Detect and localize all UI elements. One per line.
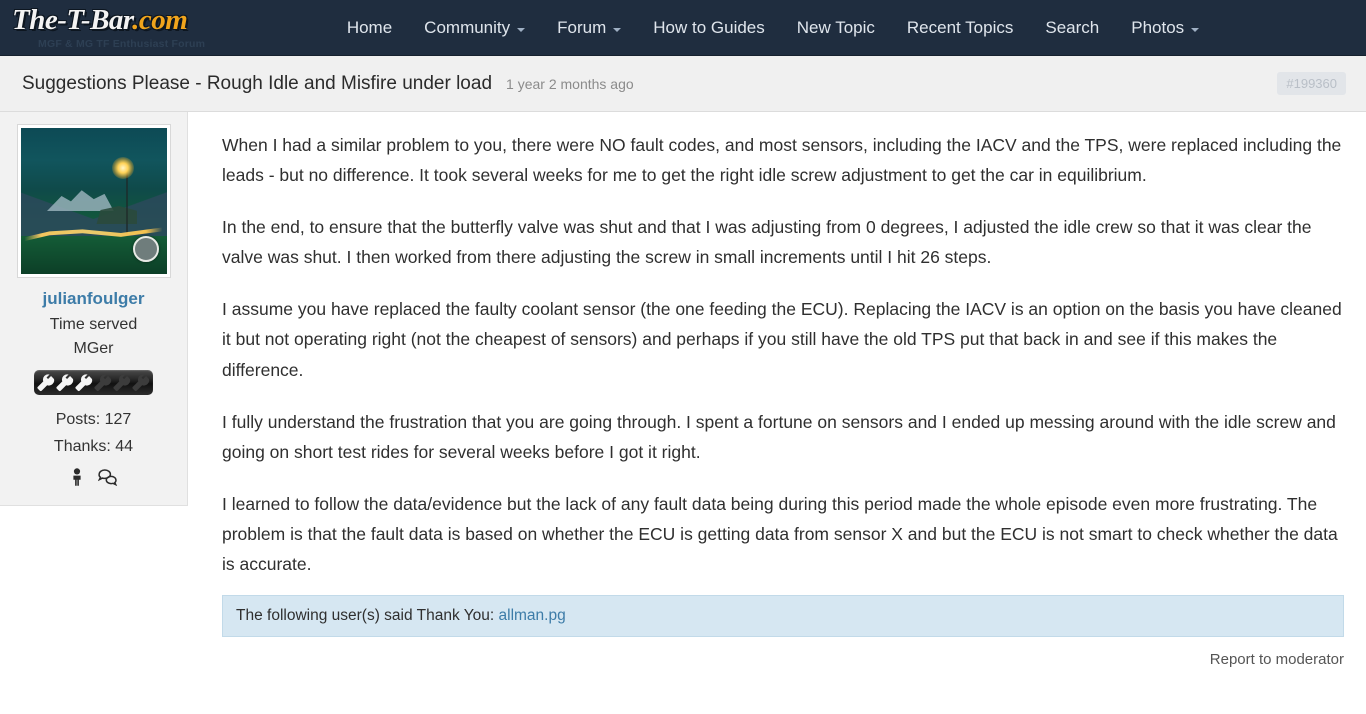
post-paragraph: I assume you have replaced the faulty co… — [222, 299, 1342, 380]
nav-item-recent-topics[interactable]: Recent Topics — [891, 12, 1029, 44]
chevron-down-icon — [517, 27, 526, 32]
site-logo-subtitle: MGF & MG TF Enthusiast Forum — [38, 38, 206, 50]
avatar-mountain-shape — [20, 186, 167, 237]
nav-label: Photos — [1131, 17, 1185, 37]
nav-label: Community — [424, 17, 511, 37]
site-logo-text: The-T-Bar.com — [12, 6, 278, 35]
author-rank-title: Time served MGer — [8, 313, 179, 361]
report-row: Report to moderator — [222, 651, 1344, 669]
report-to-moderator-link[interactable]: Report to moderator — [1210, 651, 1344, 668]
author-rank-pips — [34, 370, 153, 395]
wrench-icon — [37, 373, 55, 391]
wrench-icon — [75, 373, 93, 391]
chevron-down-icon — [613, 27, 622, 32]
page-title: Suggestions Please - Rough Idle and Misf… — [22, 72, 493, 94]
nav-item-photos[interactable]: Photos — [1115, 12, 1215, 44]
topic-header: Suggestions Please - Rough Idle and Misf… — [0, 56, 1366, 112]
author-rank-title-line1: Time served — [49, 316, 138, 333]
forum-post: julianfoulger Time served MGer Posts: 12… — [0, 112, 1366, 714]
nav-label: New Topic — [796, 17, 875, 37]
wrench-icon-empty — [113, 373, 131, 391]
avatar[interactable] — [17, 125, 170, 277]
avatar-corner-badge — [132, 236, 159, 262]
nav-label: Recent Topics — [906, 17, 1014, 37]
site-logo[interactable]: The-T-Bar.com MGF & MG TF Enthusiast For… — [8, 0, 278, 56]
post-id-badge[interactable]: #199360 — [1277, 72, 1346, 95]
nav-item-new-topic[interactable]: New Topic — [781, 12, 891, 44]
nav-label: How to Guides — [653, 17, 765, 37]
primary-nav-links: Home Community Forum How to Guides New T… — [151, 12, 1215, 44]
message-icon[interactable] — [97, 468, 118, 486]
nav-label: Forum — [557, 17, 607, 37]
nav-item-home[interactable]: Home — [331, 12, 408, 44]
profile-icon[interactable] — [70, 468, 84, 486]
post-paragraph: When I had a similar problem to you, the… — [222, 135, 1342, 186]
post-timestamp: 1 year 2 months ago — [506, 75, 634, 92]
wrench-icon-empty — [94, 373, 112, 391]
author-thanks-count: Thanks: 44 — [53, 438, 134, 455]
logo-dotcom-text: .com — [132, 4, 188, 36]
post-paragraph: I learned to follow the data/evidence bu… — [222, 493, 1338, 575]
chevron-down-icon — [1191, 27, 1200, 32]
author-username[interactable]: julianfoulger — [8, 289, 179, 309]
post-body: When I had a similar problem to you, the… — [188, 112, 1366, 714]
top-navigation-bar: The-T-Bar.com MGF & MG TF Enthusiast For… — [0, 0, 1366, 56]
post-paragraph: In the end, to ensure that the butterfly… — [222, 217, 1312, 268]
thanks-label: The following user(s) said Thank You: — [236, 607, 495, 625]
wrench-icon-empty — [132, 373, 150, 391]
nav-label: Search — [1045, 17, 1100, 37]
nav-item-community[interactable]: Community — [408, 12, 541, 44]
avatar-image — [20, 128, 167, 274]
post-paragraph: I fully understand the frustration that … — [222, 411, 1336, 462]
thanks-box: The following user(s) said Thank You: al… — [222, 595, 1344, 638]
avatar-street-lamp-glow — [112, 157, 135, 180]
logo-main-text: The-T-Bar — [12, 4, 133, 36]
author-action-icons — [8, 468, 179, 486]
nav-item-how-to-guides[interactable]: How to Guides — [637, 12, 781, 44]
nav-item-forum[interactable]: Forum — [541, 12, 637, 44]
thanks-user-link[interactable]: allman.pg — [499, 607, 566, 624]
author-rank-title-line2: MGer — [73, 340, 114, 357]
wrench-icon — [56, 373, 74, 391]
post-author-sidebar: julianfoulger Time served MGer Posts: 12… — [0, 112, 188, 506]
nav-label: Home — [346, 17, 393, 37]
nav-item-search[interactable]: Search — [1029, 12, 1115, 44]
author-post-count: Posts: 127 — [55, 411, 132, 428]
